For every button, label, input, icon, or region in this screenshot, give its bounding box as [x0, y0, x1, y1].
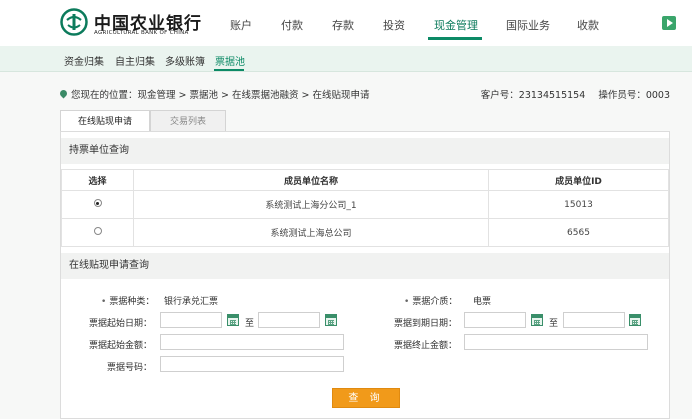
abc-emblem-icon	[60, 8, 88, 36]
column-header-unit-id: 成员单位ID	[488, 169, 669, 191]
row-select-cell	[61, 190, 134, 219]
start-amount-label: 票据起始金额：	[89, 341, 153, 351]
apply-section-title: 在线贴现申请查询	[61, 253, 669, 279]
subnav-item-fund-pooling[interactable]: 资金归集	[64, 53, 104, 68]
nav-item-cash-management[interactable]: 现金管理	[434, 17, 478, 33]
date-range-to-label: 至	[245, 319, 255, 329]
nav-item-account[interactable]: 账户	[230, 17, 252, 33]
unit-id-cell: 15013	[488, 190, 669, 219]
top-header: 中国农业银行 AGRICULTURAL BANK OF CHINA 账户 付款 …	[0, 0, 692, 46]
bill-number-input[interactable]	[160, 356, 344, 372]
breadcrumb-text: 您现在的位置：现金管理 > 票据池 > 在线票据池融资 > 在线贴现申请	[71, 90, 370, 101]
bill-medium-value: 电票	[473, 297, 492, 307]
main-panel: 持票单位查询 选择 成员单位名称 成员单位ID 系统测试上海分公司_1 1501…	[60, 131, 670, 419]
customer-info: 客户号：23134515154 操作员号：0003	[471, 87, 670, 101]
calendar-icon[interactable]	[325, 314, 337, 326]
tab-online-discount-apply[interactable]: 在线贴现申请	[60, 110, 150, 132]
location-pin-icon	[60, 90, 67, 99]
table-header-row: 选择 成员单位名称 成员单位ID	[61, 169, 669, 191]
nav-active-indicator	[428, 37, 482, 40]
customer-number: 客户号：23134515154	[480, 90, 586, 101]
bill-type-value: 银行承兑汇票	[164, 297, 219, 307]
unit-radio-selected[interactable]	[93, 199, 102, 207]
column-header-select: 选择	[61, 169, 134, 191]
unit-name-cell: 系统测试上海分公司_1	[133, 190, 489, 219]
holder-section-title: 持票单位查询	[61, 138, 669, 164]
row-select-cell	[61, 218, 134, 247]
due-date-from-input[interactable]	[464, 312, 526, 328]
start-date-to-input[interactable]	[258, 312, 320, 328]
table-row[interactable]: 系统测试上海总公司 6565	[61, 218, 669, 247]
subnav-active-indicator	[214, 69, 244, 71]
member-unit-table: 选择 成员单位名称 成员单位ID 系统测试上海分公司_1 15013 系统测试上…	[61, 169, 669, 247]
table-row[interactable]: 系统测试上海分公司_1 15013	[61, 190, 669, 219]
calendar-icon[interactable]	[531, 314, 543, 326]
start-date-from-input[interactable]	[160, 312, 222, 328]
sub-nav: 资金归集 自主归集 多级账簿 票据池	[0, 46, 692, 72]
start-amount-input[interactable]	[160, 334, 344, 350]
unit-radio[interactable]	[93, 227, 102, 235]
subnav-item-multi-ledger[interactable]: 多级账簿	[165, 53, 205, 68]
due-date-label: 票据到期日期：	[394, 319, 458, 329]
nav-item-collection[interactable]: 收款	[577, 17, 599, 33]
required-dot: •	[404, 297, 410, 307]
bill-number-label: 票据号码：	[107, 363, 153, 373]
query-button[interactable]: 查 询	[332, 388, 400, 408]
subnav-item-self-pooling[interactable]: 自主归集	[115, 53, 155, 68]
nav-next-arrow-icon[interactable]	[662, 16, 676, 30]
bill-type-label: • 票据种类：	[101, 297, 155, 307]
nav-item-investment[interactable]: 投资	[383, 17, 405, 33]
calendar-icon[interactable]	[629, 314, 641, 326]
calendar-icon[interactable]	[227, 314, 239, 326]
bank-name-en: AGRICULTURAL BANK OF CHINA	[94, 30, 189, 36]
column-header-unit-name: 成员单位名称	[133, 169, 489, 191]
unit-name-cell: 系统测试上海总公司	[133, 218, 489, 247]
subnav-item-bill-pool[interactable]: 票据池	[215, 53, 245, 68]
breadcrumb: 您现在的位置：现金管理 > 票据池 > 在线票据池融资 > 在线贴现申请	[60, 87, 370, 101]
nav-item-international[interactable]: 国际业务	[506, 17, 550, 33]
bill-medium-label: • 票据介质：	[404, 297, 458, 307]
unit-id-cell: 6565	[488, 218, 669, 247]
nav-item-payment[interactable]: 付款	[281, 17, 303, 33]
required-dot: •	[101, 297, 107, 307]
start-date-label: 票据起始日期：	[89, 319, 153, 329]
date-range-to-label: 至	[549, 319, 559, 329]
nav-item-deposit[interactable]: 存款	[332, 17, 354, 33]
operator-number: 操作员号：0003	[598, 90, 670, 101]
tab-transaction-list[interactable]: 交易列表	[150, 110, 226, 132]
end-amount-label: 票据终止金额：	[394, 341, 458, 351]
due-date-to-input[interactable]	[563, 312, 625, 328]
end-amount-input[interactable]	[464, 334, 648, 350]
